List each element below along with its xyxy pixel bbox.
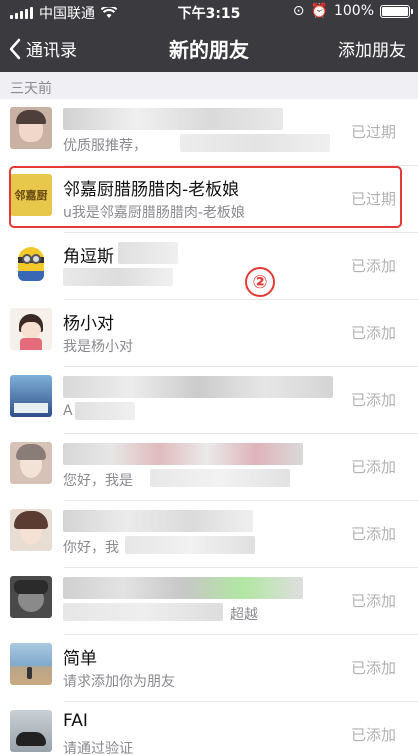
blurred-subtitle	[63, 268, 173, 286]
item-subtitle: 我是杨小对	[63, 339, 133, 355]
avatar	[10, 375, 52, 417]
list-item[interactable]: A 已添加	[0, 367, 418, 434]
item-name: 杨小对	[63, 314, 114, 334]
status-badge: 已添加	[350, 324, 396, 342]
add-friend-button[interactable]: 添加朋友	[338, 36, 406, 61]
blurred-subtitle	[150, 469, 290, 487]
battery-percent: 100%	[333, 3, 374, 19]
blurred-subtitle	[125, 536, 255, 554]
blurred-subtitle	[180, 134, 330, 152]
item-subtitle: 请求添加你为朋友	[63, 674, 175, 690]
avatar	[10, 107, 52, 149]
status-badge: 已添加	[350, 257, 396, 275]
list-item[interactable]: 超越 已添加	[0, 568, 418, 635]
avatar	[10, 442, 52, 484]
avatar	[10, 643, 52, 685]
highlight-box	[9, 166, 402, 228]
status-badge: 已添加	[350, 659, 396, 677]
blurred-name	[63, 376, 333, 398]
item-subtitle: 优质服推荐，	[63, 138, 147, 154]
avatar	[10, 576, 52, 618]
item-name: 角逗斯	[63, 247, 114, 267]
avatar	[10, 509, 52, 551]
alarm-icon: ⏰	[310, 3, 328, 19]
list-item[interactable]: 角逗斯 已添加	[0, 233, 418, 300]
item-subtitle: 请通过验证	[63, 741, 133, 755]
section-header: 三天前	[0, 72, 418, 99]
item-subtitle: 超越	[230, 607, 258, 623]
item-name: FAI	[63, 711, 88, 731]
list-item[interactable]: 你好，我 已添加	[0, 501, 418, 568]
blurred-subtitle	[63, 603, 223, 621]
item-subtitle: 你好，我	[63, 540, 119, 556]
status-badge: 已添加	[350, 525, 396, 543]
list-item[interactable]: 您好，我是 已添加	[0, 434, 418, 501]
status-badge: 已添加	[350, 391, 396, 409]
rotation-lock-icon: ⊙	[292, 3, 305, 19]
top-bar: 中国联通 下午3:15 ⊙ ⏰ 100% 通讯录 新的朋友 添加朋友	[0, 0, 418, 72]
blurred-name	[63, 510, 253, 532]
battery-icon	[380, 4, 413, 18]
list-item[interactable]: FAI 请通过验证 已添加	[0, 702, 418, 755]
item-name: 简单	[63, 649, 97, 669]
blurred-name	[118, 242, 178, 264]
blurred-subtitle	[75, 402, 135, 420]
status-bar: 中国联通 下午3:15 ⊙ ⏰ 100%	[0, 0, 418, 24]
item-subtitle: 您好，我是	[63, 473, 133, 489]
list-item[interactable]: 优质服推荐， 已过期	[0, 99, 418, 166]
status-badge: 已添加	[350, 726, 396, 744]
list-item[interactable]: 杨小对 我是杨小对 已添加	[0, 300, 418, 367]
annotation-marker: ②	[245, 267, 275, 297]
blurred-name	[63, 443, 303, 465]
list-item[interactable]: 简单 请求添加你为朋友 已添加	[0, 635, 418, 702]
blurred-name	[63, 108, 283, 130]
avatar	[10, 241, 52, 283]
status-badge: 已添加	[350, 458, 396, 476]
avatar	[10, 308, 52, 350]
status-badge: 已过期	[350, 123, 396, 141]
avatar	[10, 710, 52, 752]
status-badge: 已添加	[350, 592, 396, 610]
blurred-name	[63, 577, 303, 599]
item-subtitle: A	[63, 403, 73, 419]
navigation-bar: 通讯录 新的朋友 添加朋友	[0, 24, 418, 72]
